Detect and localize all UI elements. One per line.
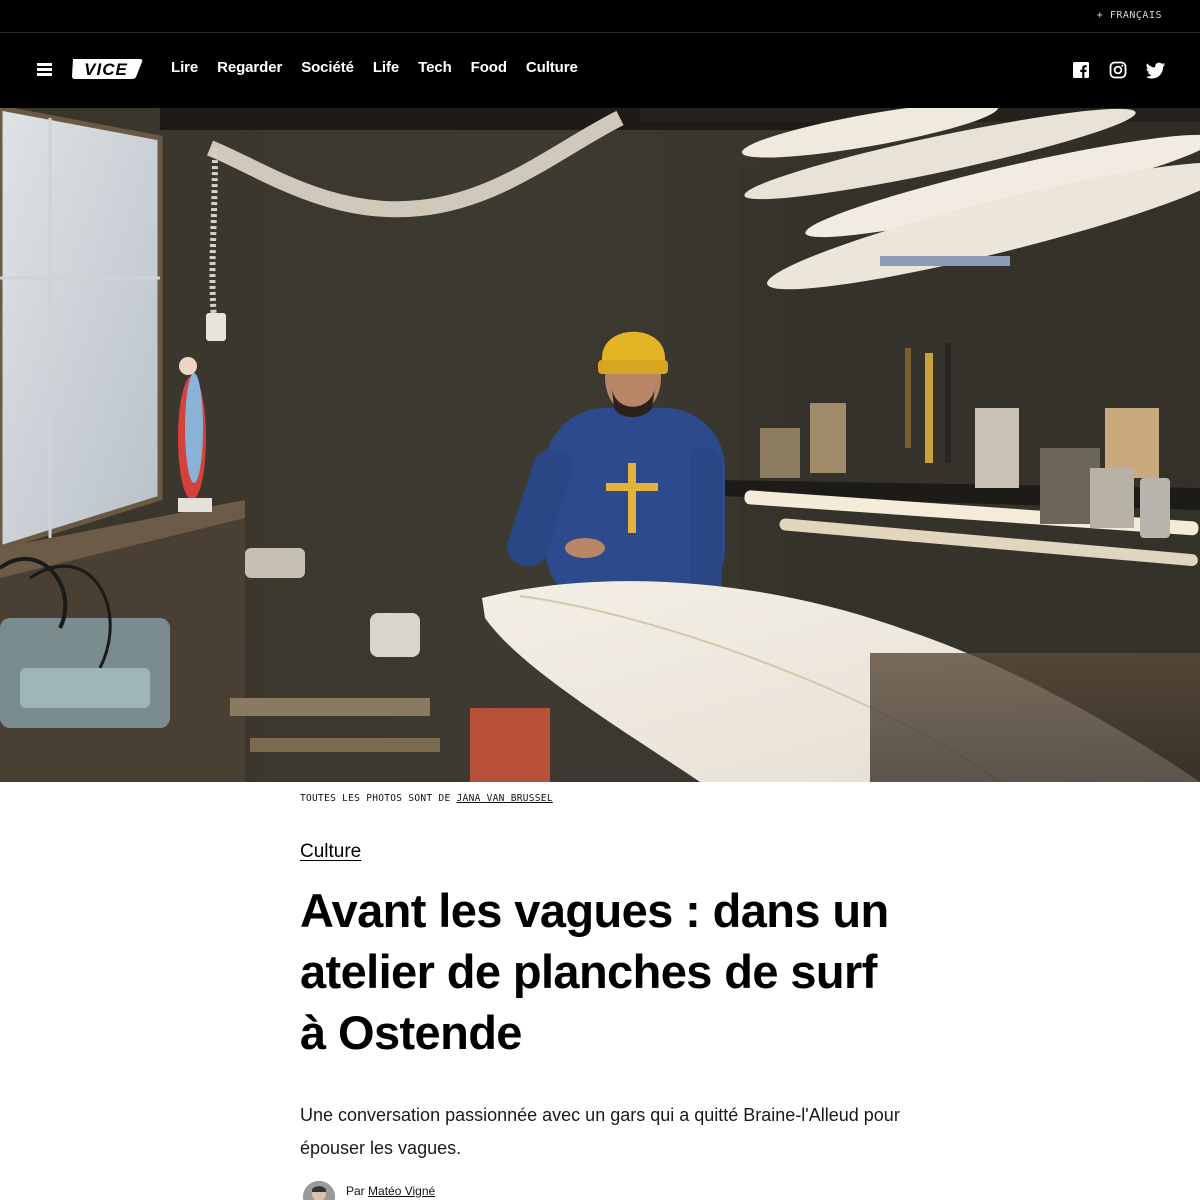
logo-text: VICE (84, 60, 128, 79)
byline-text: Par Matéo Vigné (346, 1184, 435, 1198)
nav-link-culture[interactable]: Culture (526, 59, 578, 76)
top-bar: + FRANÇAIS (0, 0, 1200, 33)
primary-nav-links: Lire Regarder Société Life Tech Food Cul… (171, 59, 578, 76)
photo-credit: TOUTES LES PHOTOS SONT DE JANA VAN BRUSS… (300, 793, 553, 804)
main-nav: VICE Lire Regarder Société Life Tech Foo… (0, 33, 1200, 108)
photo-credit-prefix: TOUTES LES PHOTOS SONT DE (300, 793, 451, 804)
facebook-icon[interactable] (1072, 61, 1090, 79)
hero-photo-illustration (0, 108, 1200, 782)
nav-link-tech[interactable]: Tech (418, 59, 452, 76)
article-dek: Une conversation passionnée avec un gars… (300, 1105, 900, 1158)
social-links (1072, 61, 1165, 79)
vice-logo[interactable]: VICE (70, 57, 144, 81)
nav-link-societe[interactable]: Société (301, 59, 354, 76)
nav-link-life[interactable]: Life (373, 59, 399, 76)
category-link[interactable]: Culture (300, 841, 361, 863)
instagram-icon[interactable] (1109, 61, 1127, 79)
article-title: Avant les vagues : dans un atelier de pl… (300, 884, 889, 1059)
byline-prefix: Par (346, 1184, 365, 1198)
hero-image (0, 108, 1200, 782)
language-switch-link[interactable]: + FRANÇAIS (1097, 10, 1162, 21)
nav-link-food[interactable]: Food (471, 59, 507, 76)
menu-icon[interactable] (37, 62, 52, 76)
byline: Par Matéo Vigné (303, 1181, 435, 1200)
nav-link-regarder[interactable]: Regarder (217, 59, 282, 76)
author-link[interactable]: Matéo Vigné (368, 1184, 435, 1198)
twitter-icon[interactable] (1145, 61, 1165, 79)
author-avatar[interactable] (303, 1181, 335, 1200)
photographer-link[interactable]: JANA VAN BRUSSEL (457, 793, 553, 804)
nav-link-lire[interactable]: Lire (171, 59, 198, 76)
